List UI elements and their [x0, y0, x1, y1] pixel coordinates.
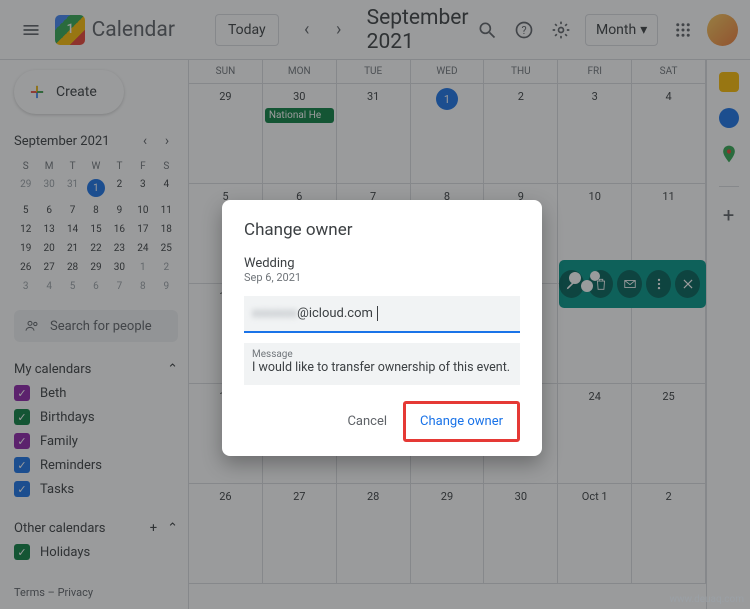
message-text: I would like to transfer ownership of th…	[252, 360, 512, 375]
tutorial-highlight: Change owner	[403, 401, 520, 442]
dialog-title: Change owner	[244, 220, 520, 240]
cancel-button[interactable]: Cancel	[337, 406, 397, 437]
change-owner-dialog: Change owner Wedding Sep 6, 2021 xxxxxxx…	[222, 200, 542, 456]
email-local-part: xxxxxxx	[252, 306, 297, 321]
dialog-event-date: Sep 6, 2021	[244, 271, 520, 284]
watermark: www.deuaq.com	[670, 594, 745, 605]
change-owner-confirm-button[interactable]: Change owner	[408, 406, 515, 437]
new-owner-email-input[interactable]: xxxxxxx@icloud.com	[244, 296, 520, 333]
message-label: Message	[252, 349, 512, 360]
message-input[interactable]: Message I would like to transfer ownersh…	[244, 343, 520, 385]
email-domain: @icloud.com	[297, 306, 373, 321]
dialog-event-name: Wedding	[244, 256, 520, 271]
